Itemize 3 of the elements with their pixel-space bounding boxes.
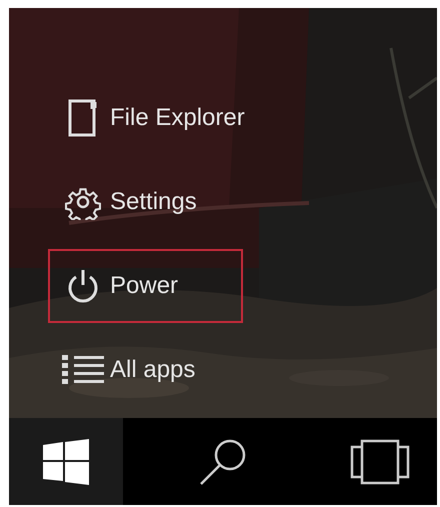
menu-item[interactable]: File Explorer [48, 81, 247, 155]
menu-item[interactable]: Power [48, 249, 243, 323]
menu-item[interactable]: Settings [48, 165, 243, 239]
